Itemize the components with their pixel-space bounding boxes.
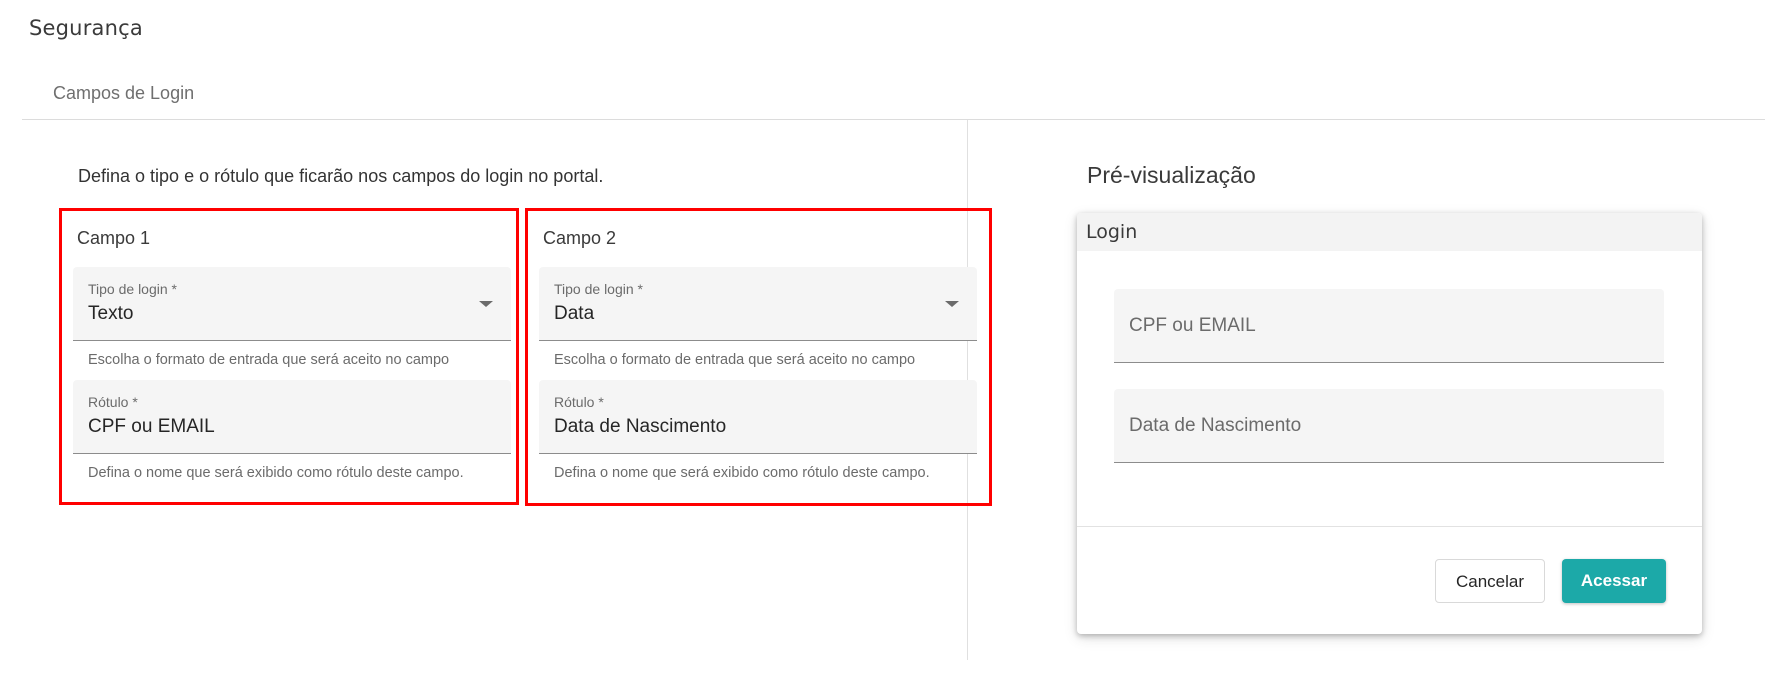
input-label: Rótulo * [554,394,604,410]
card-title: Campo 2 [543,228,617,248]
page-title: Segurança [29,16,143,40]
label-hint: Defina o nome que será exibido como rótu… [88,465,464,481]
login-type-select[interactable]: Tipo de login * Data [539,267,977,341]
dropdown-arrow-icon [945,301,959,307]
preview-title: Pré-visualização [1087,162,1256,188]
login-header: Login [1077,213,1702,251]
label-input[interactable]: Rótulo * CPF ou EMAIL [73,380,511,454]
preview-field-label: Data de Nascimento [1129,415,1302,436]
preview-field-birthdate[interactable]: Data de Nascimento [1114,389,1664,463]
tab-campos-de-login[interactable]: Campos de Login [53,83,194,104]
preview-field-cpf-email[interactable]: CPF ou EMAIL [1114,289,1664,363]
select-label: Tipo de login * [554,281,643,297]
field-card-1: Campo 1 Tipo de login * Texto Escolha o … [59,208,519,505]
cancel-button[interactable]: Cancelar [1435,559,1545,603]
access-button[interactable]: Acessar [1562,559,1666,603]
login-preview-card: Login CPF ou EMAIL Data de Nascimento Ca… [1077,213,1702,634]
input-label: Rótulo * [88,394,138,410]
label-input[interactable]: Rótulo * Data de Nascimento [539,380,977,454]
input-value: Data de Nascimento [554,416,727,437]
instructions-text: Defina o tipo e o rótulo que ficarão nos… [78,166,604,186]
login-type-hint: Escolha o formato de entrada que será ac… [88,352,450,368]
tab-divider [22,119,1765,120]
label-hint: Defina o nome que será exibido como rótu… [554,465,930,481]
login-type-select[interactable]: Tipo de login * Texto [73,267,511,341]
login-actions-divider [1077,526,1702,527]
login-type-hint: Escolha o formato de entrada que será ac… [554,352,916,368]
select-value: Data [554,303,595,324]
input-value: CPF ou EMAIL [88,416,215,437]
select-label: Tipo de login * [88,281,177,297]
card-title: Campo 1 [77,228,151,248]
dropdown-arrow-icon [479,301,493,307]
field-card-2: Campo 2 Tipo de login * Data Escolha o f… [525,208,992,506]
preview-field-label: CPF ou EMAIL [1129,315,1256,336]
select-value: Texto [88,303,134,324]
